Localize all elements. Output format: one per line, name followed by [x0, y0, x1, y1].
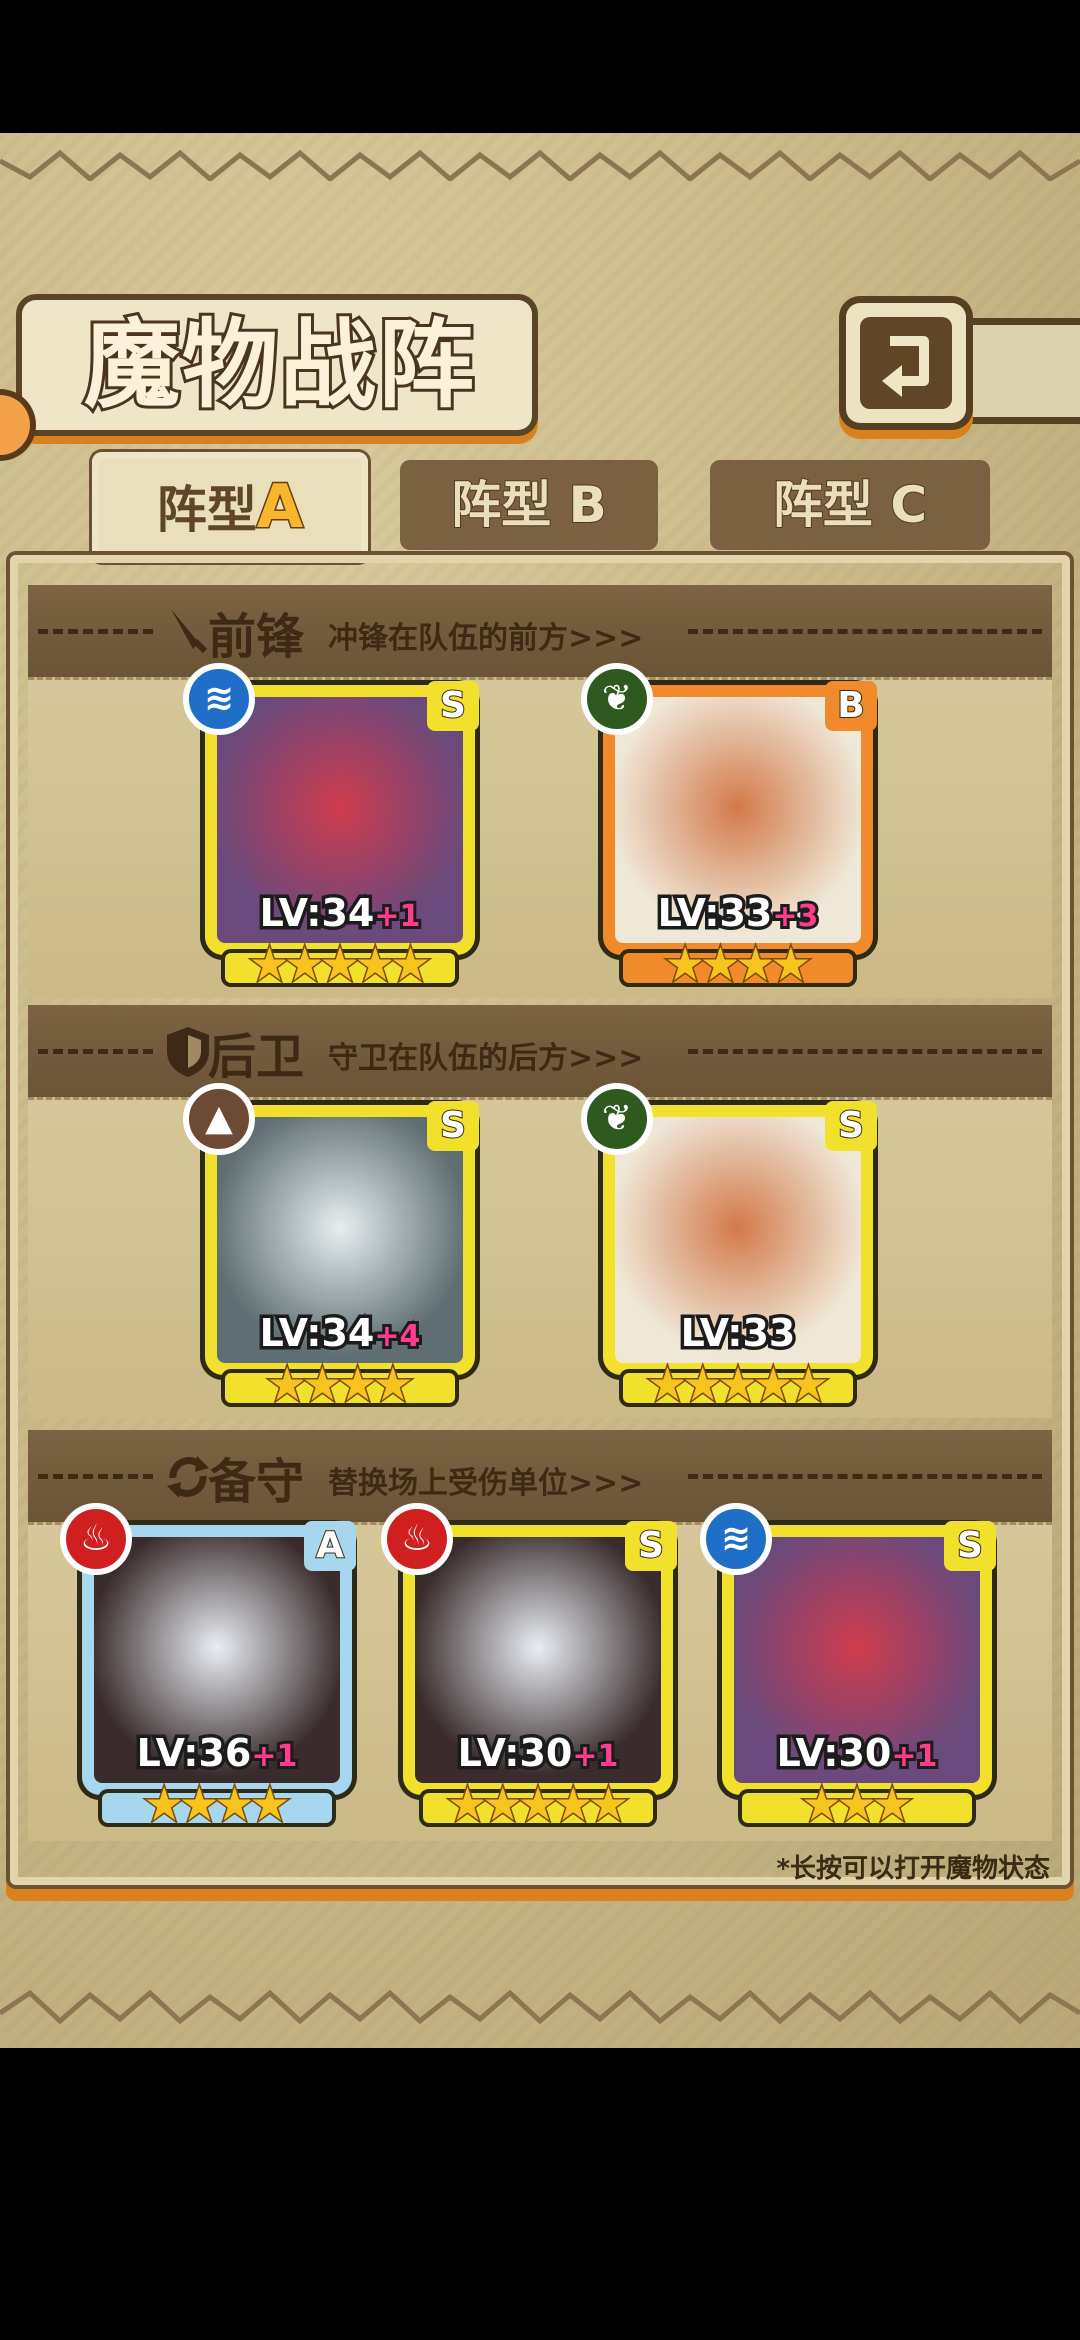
level-bonus: +1	[371, 896, 423, 937]
star-rating: ★★★★	[205, 1357, 475, 1411]
section-name: 前锋	[208, 609, 305, 665]
star-rating: ★★★★★	[403, 1777, 673, 1831]
element-glyph: ❦	[601, 1098, 633, 1139]
star-rating: ★★★	[722, 1777, 992, 1831]
level-label: LV:34+1	[205, 888, 475, 939]
monster-card[interactable]: A ♨ LV:36+1 ★★★★	[60, 1503, 356, 1829]
star-rating: ★★★★★	[205, 937, 475, 991]
nature-element-icon: ❦	[581, 663, 653, 735]
long-press-hint: *长按可以打开魔物状态	[776, 1854, 1050, 1884]
section-description: 守卫在队伍的后方>>>	[328, 1041, 644, 1076]
tab-formation-a[interactable]: 阵型A	[92, 452, 368, 562]
rank-badge: S	[427, 681, 479, 731]
element-glyph: ▲	[205, 1098, 233, 1139]
element-glyph: ≋	[203, 678, 235, 719]
rank-badge: S	[944, 1521, 996, 1571]
fire-element-icon: ♨	[381, 1503, 453, 1575]
star-icon: ★	[769, 937, 813, 991]
level-bonus: +4	[371, 1316, 423, 1357]
section-name: 备守	[208, 1454, 305, 1510]
lane-front	[28, 677, 1052, 998]
level-value: LV:30	[773, 1728, 895, 1779]
rank-badge: B	[825, 681, 877, 731]
water-element-icon: ≋	[700, 1503, 772, 1575]
section-name: 后卫	[208, 1029, 305, 1085]
swap-icon	[167, 1456, 209, 1498]
level-value: LV:30	[454, 1728, 576, 1779]
level-value: LV:33	[654, 888, 776, 939]
star-icon: ★	[786, 1357, 830, 1411]
element-glyph: ♨	[79, 1518, 113, 1559]
star-icon: ★	[371, 1357, 415, 1411]
level-label: LV:30+1	[403, 1728, 673, 1779]
tab-formation-c[interactable]: 阵型 C	[710, 460, 990, 550]
level-value: LV:36	[133, 1728, 255, 1779]
water-element-icon: ≋	[183, 663, 255, 735]
lane-rear	[28, 1097, 1052, 1418]
element-glyph: ❦	[601, 678, 633, 719]
tab-letter: C	[889, 475, 928, 535]
element-glyph: ≋	[720, 1518, 752, 1559]
monster-card[interactable]: S ≋ LV:30+1 ★★★	[700, 1503, 996, 1829]
tab-label: 阵型	[156, 481, 257, 539]
level-bonus: +1	[248, 1736, 300, 1777]
top-torn-edge	[0, 149, 1080, 181]
shield-icon	[167, 1027, 209, 1077]
level-value: LV:34	[256, 888, 378, 939]
level-value: LV:33	[677, 1308, 799, 1359]
back-icon-plate	[860, 317, 952, 409]
level-bonus: +1	[888, 1736, 940, 1777]
monster-card[interactable]: S ≋ LV:34+1 ★★★★★	[183, 663, 479, 989]
level-bonus: +1	[569, 1736, 621, 1777]
star-icon: ★	[248, 1777, 292, 1831]
tab-label: 阵型	[772, 475, 874, 535]
level-label: LV:33+3	[603, 888, 873, 939]
nature-element-icon: ❦	[581, 1083, 653, 1155]
monster-card[interactable]: S ▲ LV:34+4 ★★★★	[183, 1083, 479, 1409]
section-bar-reserve: 备守 替换场上受伤单位>>>	[28, 1430, 1052, 1522]
back-arrow-icon	[882, 336, 929, 397]
rank-badge: S	[427, 1101, 479, 1151]
level-label: LV:30+1	[722, 1728, 992, 1779]
back-button[interactable]	[846, 303, 966, 423]
level-label: LV:34+4	[205, 1308, 475, 1359]
tab-letter: A	[255, 471, 304, 544]
earth-element-icon: ▲	[183, 1083, 255, 1155]
page-title: 魔物战阵	[81, 305, 477, 424]
star-rating: ★★★★★	[603, 1357, 873, 1411]
element-glyph: ♨	[400, 1518, 434, 1559]
back-button-tail	[966, 318, 1080, 424]
section-description: 冲锋在队伍的前方>>>	[328, 621, 644, 656]
star-icon: ★	[870, 1777, 914, 1831]
rank-badge: S	[625, 1521, 677, 1571]
bottom-torn-edge	[0, 1989, 1080, 2025]
rank-badge: S	[825, 1101, 877, 1151]
section-bar-rear: 后卫 守卫在队伍的后方>>>	[28, 1005, 1052, 1097]
tab-formation-b[interactable]: 阵型 B	[400, 460, 658, 550]
star-icon: ★	[388, 937, 432, 991]
star-rating: ★★★★	[603, 937, 873, 991]
section-bar-front: 前锋 冲锋在队伍的前方>>>	[28, 585, 1052, 677]
level-label: LV:33	[603, 1308, 873, 1359]
monster-card[interactable]: S ♨ LV:30+1 ★★★★★	[381, 1503, 677, 1829]
rank-badge: A	[304, 1521, 356, 1571]
monster-card[interactable]: S ❦ LV:33 ★★★★★	[581, 1083, 877, 1409]
monster-card[interactable]: B ❦ LV:33+3 ★★★★	[581, 663, 877, 989]
section-description: 替换场上受伤单位>>>	[328, 1466, 644, 1501]
fire-element-icon: ♨	[60, 1503, 132, 1575]
tab-label: 阵型	[450, 475, 552, 535]
tab-letter: B	[568, 475, 608, 535]
sword-icon	[171, 609, 208, 654]
level-label: LV:36+1	[82, 1728, 352, 1779]
star-icon: ★	[586, 1777, 630, 1831]
level-bonus: +3	[769, 896, 821, 937]
star-rating: ★★★★	[82, 1777, 352, 1831]
level-value: LV:34	[256, 1308, 378, 1359]
